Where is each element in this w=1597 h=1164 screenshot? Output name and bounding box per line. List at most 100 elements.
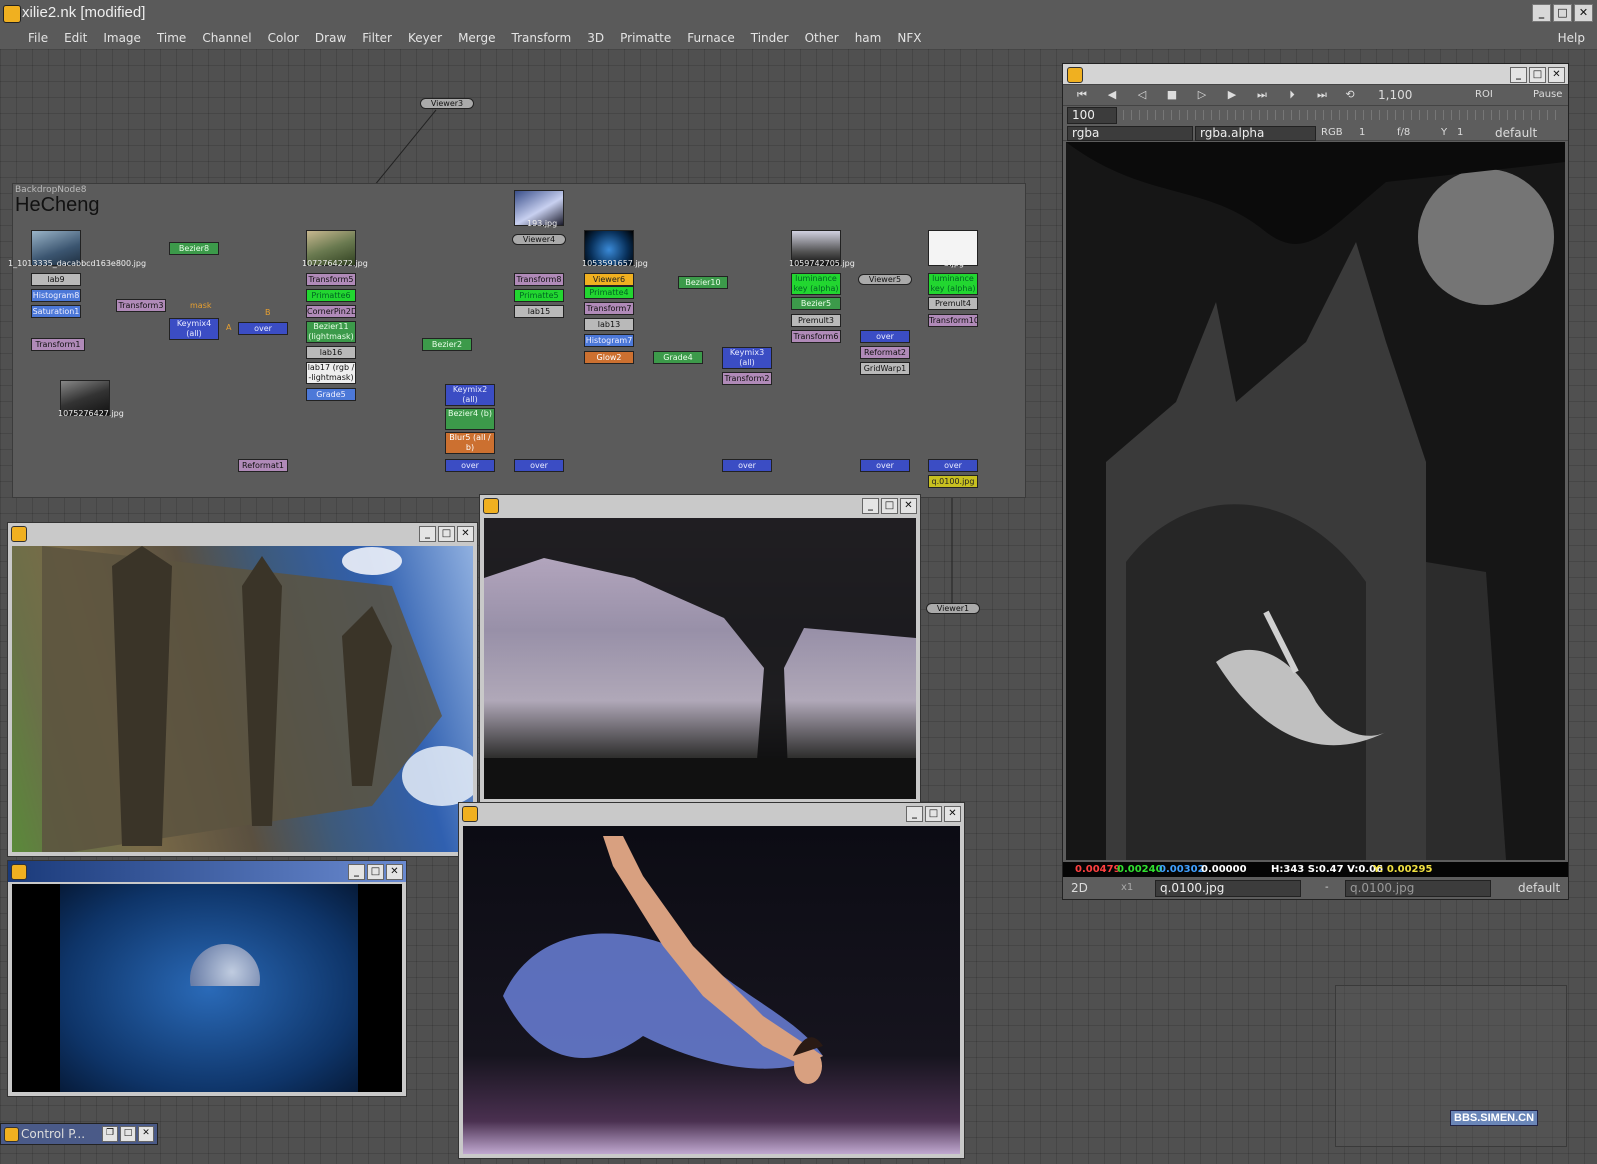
- viewer-title-bar[interactable]: _ □ ✕: [1063, 64, 1568, 85]
- node-over[interactable]: over: [860, 459, 910, 472]
- lut-select[interactable]: default: [1495, 126, 1537, 140]
- node-glow2[interactable]: Glow2: [584, 351, 634, 364]
- node-primatte4[interactable]: Primatte4: [584, 286, 634, 299]
- node-over[interactable]: over: [722, 459, 772, 472]
- close-button[interactable]: ✕: [457, 526, 474, 542]
- node-over[interactable]: over: [928, 459, 978, 472]
- step-back-icon[interactable]: ◁: [1133, 88, 1151, 102]
- node-primatte6[interactable]: Primatte6: [306, 289, 356, 302]
- node-transform7[interactable]: Transform7: [584, 302, 634, 315]
- alpha-channel-select[interactable]: rgba.alpha: [1195, 126, 1316, 141]
- gain-field[interactable]: 1: [1359, 126, 1365, 140]
- node-histogram8[interactable]: Histogram8: [31, 289, 81, 302]
- image-window-cathedral[interactable]: _ □ ✕: [7, 522, 478, 857]
- node-over[interactable]: over: [445, 459, 495, 472]
- node-transform6[interactable]: Transform6: [791, 330, 841, 343]
- minimize-button[interactable]: _: [419, 526, 436, 542]
- node-over[interactable]: over: [860, 330, 910, 343]
- node-viewer1[interactable]: Viewer1: [926, 603, 980, 614]
- minimize-button[interactable]: _: [862, 498, 879, 514]
- close-button[interactable]: ✕: [386, 864, 403, 880]
- step-forward-icon[interactable]: ▷: [1193, 88, 1211, 102]
- skip-start-icon[interactable]: ⏮: [1073, 88, 1091, 102]
- node-bezier10[interactable]: Bezier10: [678, 276, 728, 289]
- window-title-bar[interactable]: _ □ ✕: [459, 803, 964, 824]
- node-lab9[interactable]: lab9: [31, 273, 81, 286]
- node-transform2[interactable]: Transform2: [722, 372, 772, 385]
- viewer-canvas[interactable]: [1066, 142, 1565, 860]
- node-bezier5[interactable]: Bezier5: [791, 297, 841, 310]
- node-blur5[interactable]: Blur5 (all / b): [445, 432, 495, 454]
- stop-icon[interactable]: ■: [1163, 88, 1181, 102]
- timeline-ticks[interactable]: [1123, 110, 1560, 120]
- node-luminance-key[interactable]: luminance key (alpha): [791, 273, 841, 295]
- gamma-field[interactable]: 1: [1457, 126, 1463, 140]
- node-cornerpin[interactable]: CornerPin2D2: [306, 305, 356, 318]
- image-window-tree[interactable]: _ □ ✕: [479, 494, 921, 804]
- node-lab15[interactable]: lab15: [514, 305, 564, 318]
- minimize-button[interactable]: _: [906, 806, 923, 822]
- view-mode-select[interactable]: 2D: [1071, 881, 1088, 895]
- node-saturation1[interactable]: Saturation1: [31, 305, 81, 318]
- maximize-button[interactable]: □: [367, 864, 384, 880]
- node-bezier4[interactable]: Bezier4 (b): [445, 408, 495, 430]
- node-transform5[interactable]: Transform5: [306, 273, 356, 286]
- node-over[interactable]: over: [514, 459, 564, 472]
- node-transform1[interactable]: Transform1: [31, 338, 85, 351]
- next-frame-icon[interactable]: ⏭: [1253, 88, 1271, 102]
- channels-select[interactable]: rgba: [1067, 126, 1193, 141]
- maximize-button[interactable]: □: [120, 1126, 136, 1142]
- close-button[interactable]: ✕: [900, 498, 917, 514]
- roi-button[interactable]: ROI: [1475, 88, 1493, 102]
- node-transform3[interactable]: Transform3: [116, 299, 166, 312]
- node-bezier11[interactable]: Bezier11 (lightmask): [306, 321, 356, 343]
- control-panel-tab[interactable]: Control P... ❐ □ ✕: [0, 1123, 158, 1145]
- node-reformat2[interactable]: Reformat2: [860, 346, 910, 359]
- image-window-dancer[interactable]: _ □ ✕: [458, 802, 965, 1159]
- pause-button[interactable]: Pause: [1533, 88, 1562, 102]
- node-lab13[interactable]: lab13: [584, 318, 634, 331]
- maximize-button[interactable]: □: [438, 526, 455, 542]
- restore-button[interactable]: ❐: [102, 1126, 118, 1142]
- input-b-select[interactable]: q.0100.jpg: [1345, 880, 1491, 897]
- node-lab17[interactable]: lab17 (rgb / -lightmask): [306, 362, 356, 384]
- node-viewer5[interactable]: Viewer5: [858, 274, 912, 285]
- image-window-moon[interactable]: _ □ ✕: [7, 860, 407, 1097]
- prev-frame-icon[interactable]: ◀: [1103, 88, 1121, 102]
- maximize-button[interactable]: □: [925, 806, 942, 822]
- loop-icon[interactable]: ⟲: [1341, 88, 1359, 102]
- play-icon[interactable]: ▶: [1223, 88, 1241, 102]
- rgb-mode[interactable]: RGB: [1321, 126, 1343, 140]
- maximize-button[interactable]: □: [1529, 67, 1546, 83]
- node-luminance-key[interactable]: luminance key (alpha): [928, 273, 978, 295]
- compare-mode-select[interactable]: -: [1325, 881, 1329, 895]
- viewer-window[interactable]: _ □ ✕ ⏮ ◀ ◁ ■ ▷ ▶ ⏭ ⏵ ⏭ ⟲ 1,100 ROI Paus…: [1062, 63, 1569, 900]
- node-premult4[interactable]: Premult4: [928, 297, 978, 310]
- node-premult3[interactable]: Premult3: [791, 314, 841, 327]
- node-transform10[interactable]: Transform10: [928, 314, 978, 327]
- node-grade5[interactable]: Grade5: [306, 388, 356, 401]
- node-write[interactable]: q.0100.jpg: [928, 475, 978, 488]
- frame-range[interactable]: 1,100: [1378, 88, 1412, 102]
- minimize-button[interactable]: _: [1510, 67, 1527, 83]
- node-reformat1[interactable]: Reformat1: [238, 459, 288, 472]
- display-select[interactable]: default: [1518, 881, 1560, 895]
- maximize-button[interactable]: □: [881, 498, 898, 514]
- node-keymix4[interactable]: Keymix4 (all): [169, 318, 219, 340]
- close-button[interactable]: ✕: [138, 1126, 154, 1142]
- minimize-button[interactable]: _: [348, 864, 365, 880]
- node-transform8[interactable]: Transform8: [514, 273, 564, 286]
- node-viewer3[interactable]: Viewer3: [420, 98, 474, 109]
- node-keymix2[interactable]: Keymix2 (all): [445, 384, 495, 406]
- window-title-bar[interactable]: _ □ ✕: [8, 523, 477, 544]
- end-icon[interactable]: ⏭: [1313, 88, 1331, 102]
- skip-end-icon[interactable]: ⏵: [1283, 88, 1301, 102]
- zoom-select[interactable]: x1: [1121, 881, 1133, 895]
- node-lab16[interactable]: lab16: [306, 346, 356, 359]
- close-button[interactable]: ✕: [944, 806, 961, 822]
- close-button[interactable]: ✕: [1548, 67, 1565, 83]
- node-grade4[interactable]: Grade4: [653, 351, 703, 364]
- current-frame-field[interactable]: 100: [1067, 107, 1117, 124]
- node-over[interactable]: over: [238, 322, 288, 335]
- timeline[interactable]: 100: [1063, 106, 1568, 127]
